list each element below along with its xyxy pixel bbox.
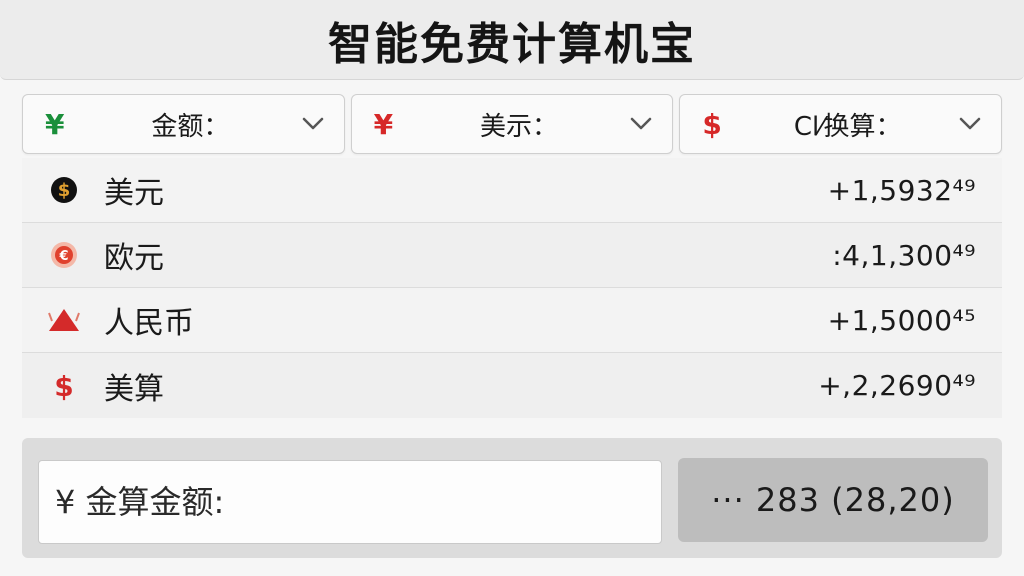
rate-row-usd[interactable]: $ 美元 +1,5932⁴⁹ [22,158,1002,223]
svg-text:€: € [58,249,68,264]
triangle-icon [46,302,82,338]
result-display[interactable]: ··· 283 (28,20) [678,458,988,542]
dollar-sign-icon: $ [46,368,82,404]
rate-row-cny[interactable]: 人民币 +1,5000⁴⁵ [22,288,1002,353]
currency-name: 欧元 [104,241,164,276]
rate-value: +,2,2690⁴⁹ [818,369,976,402]
svg-text:$: $ [54,370,73,403]
app-title: 智能免费计算机宝 [328,18,696,70]
rate-row-eur[interactable]: € 欧元 :4,1,300⁴⁹ [22,223,1002,288]
yuan-icon: ¥ [373,107,394,141]
target-currency-label: 美示： [480,111,559,142]
amount-input[interactable] [38,460,662,544]
calculator-panel: ··· 283 (28,20) [22,438,1002,558]
dollar-coin-icon: $ [46,172,82,208]
rate-value: +1,5000⁴⁵ [827,303,976,337]
amount-currency-select[interactable]: ¥ 金额： [22,94,345,154]
chevron-down-icon[interactable] [300,111,326,137]
rate-value: :4,1,300⁴⁹ [832,238,976,272]
title-bar: 智能免费计算机宝 [0,0,1024,80]
currency-name: 美元 [104,176,164,211]
svg-text:$: $ [58,180,71,201]
rate-row-other[interactable]: $ 美算 +,2,2690⁴⁹ [22,353,1002,418]
conversion-label: Cl⁄换算： [793,111,902,142]
euro-coin-icon: € [46,237,82,273]
rate-value: +1,5932⁴⁹ [827,173,976,207]
currency-selectors: ¥ 金额： ¥ 美示： $ Cl⁄换算： [22,94,1003,154]
rate-list: $ 美元 +1,5932⁴⁹ € 欧元 :4,1,300⁴⁹ 人民币 +1,50… [22,158,1002,418]
chevron-down-icon[interactable] [628,111,654,137]
conversion-select[interactable]: $ Cl⁄换算： [679,94,1003,154]
currency-name: 美算 [104,371,164,407]
yuan-icon: ¥ [45,107,65,141]
dollar-icon: $ [702,107,722,141]
chevron-down-icon[interactable] [957,111,983,137]
amount-currency-label: 金额： [151,111,230,142]
currency-name: 人民币 [104,306,194,341]
target-currency-select[interactable]: ¥ 美示： [350,94,674,154]
